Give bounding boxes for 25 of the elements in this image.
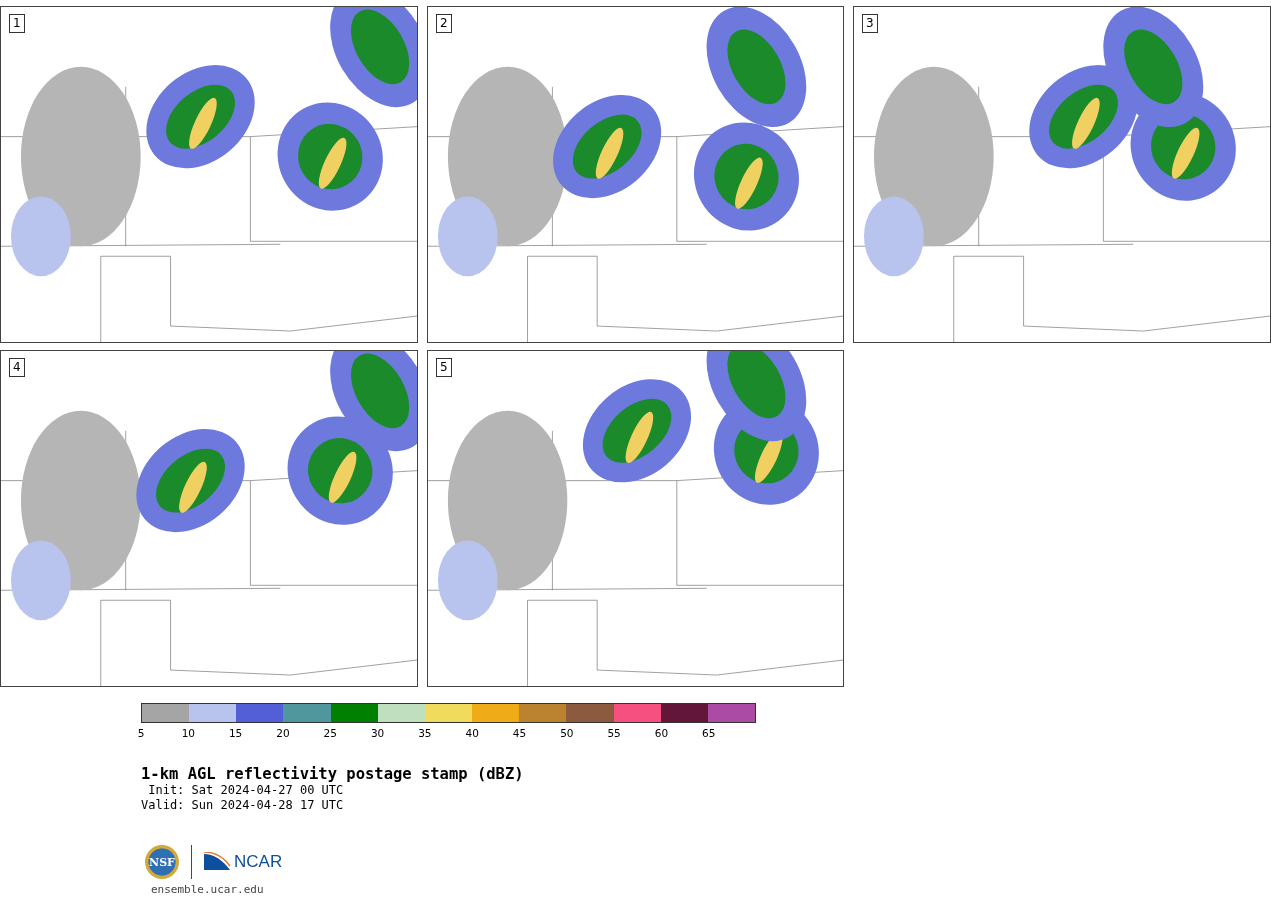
logo: NCAR bbox=[234, 852, 283, 872]
tick-label: 45 bbox=[512, 727, 527, 739]
tick-label: 60 bbox=[654, 727, 669, 739]
tick-label: 55 bbox=[607, 727, 621, 739]
swoosh-icon bbox=[204, 852, 230, 872]
tick-label: 10 bbox=[181, 727, 195, 739]
chart-title: 1-km AGL reflectivity postage stamp (dBZ) bbox=[141, 765, 525, 783]
panel-number: 2 bbox=[436, 14, 452, 33]
tick-label: 65 bbox=[702, 727, 716, 739]
tick-label: 35 bbox=[418, 727, 432, 739]
tick-label: 25 bbox=[323, 727, 337, 739]
panel-number: 1 bbox=[9, 14, 25, 33]
valid-time: Valid: Sun 2024-04-28 17 UTC bbox=[141, 798, 345, 813]
logo: NSF bbox=[145, 845, 179, 879]
panel-number: 5 bbox=[436, 358, 452, 377]
tick-label: 50 bbox=[560, 727, 574, 739]
tick-label: 30 bbox=[370, 727, 385, 739]
tick-label: 40 bbox=[465, 727, 479, 739]
tick-label: 15 bbox=[228, 727, 243, 739]
tick-label: 20 bbox=[276, 727, 290, 739]
site-url: ensemble.ucar.edu bbox=[151, 882, 265, 898]
init-time: Init: Sat 2024-04-27 00 UTC bbox=[147, 783, 345, 798]
panel-number: 3 bbox=[862, 14, 878, 33]
panel-number: 4 bbox=[9, 358, 25, 377]
tick-label: 5 bbox=[137, 727, 145, 739]
